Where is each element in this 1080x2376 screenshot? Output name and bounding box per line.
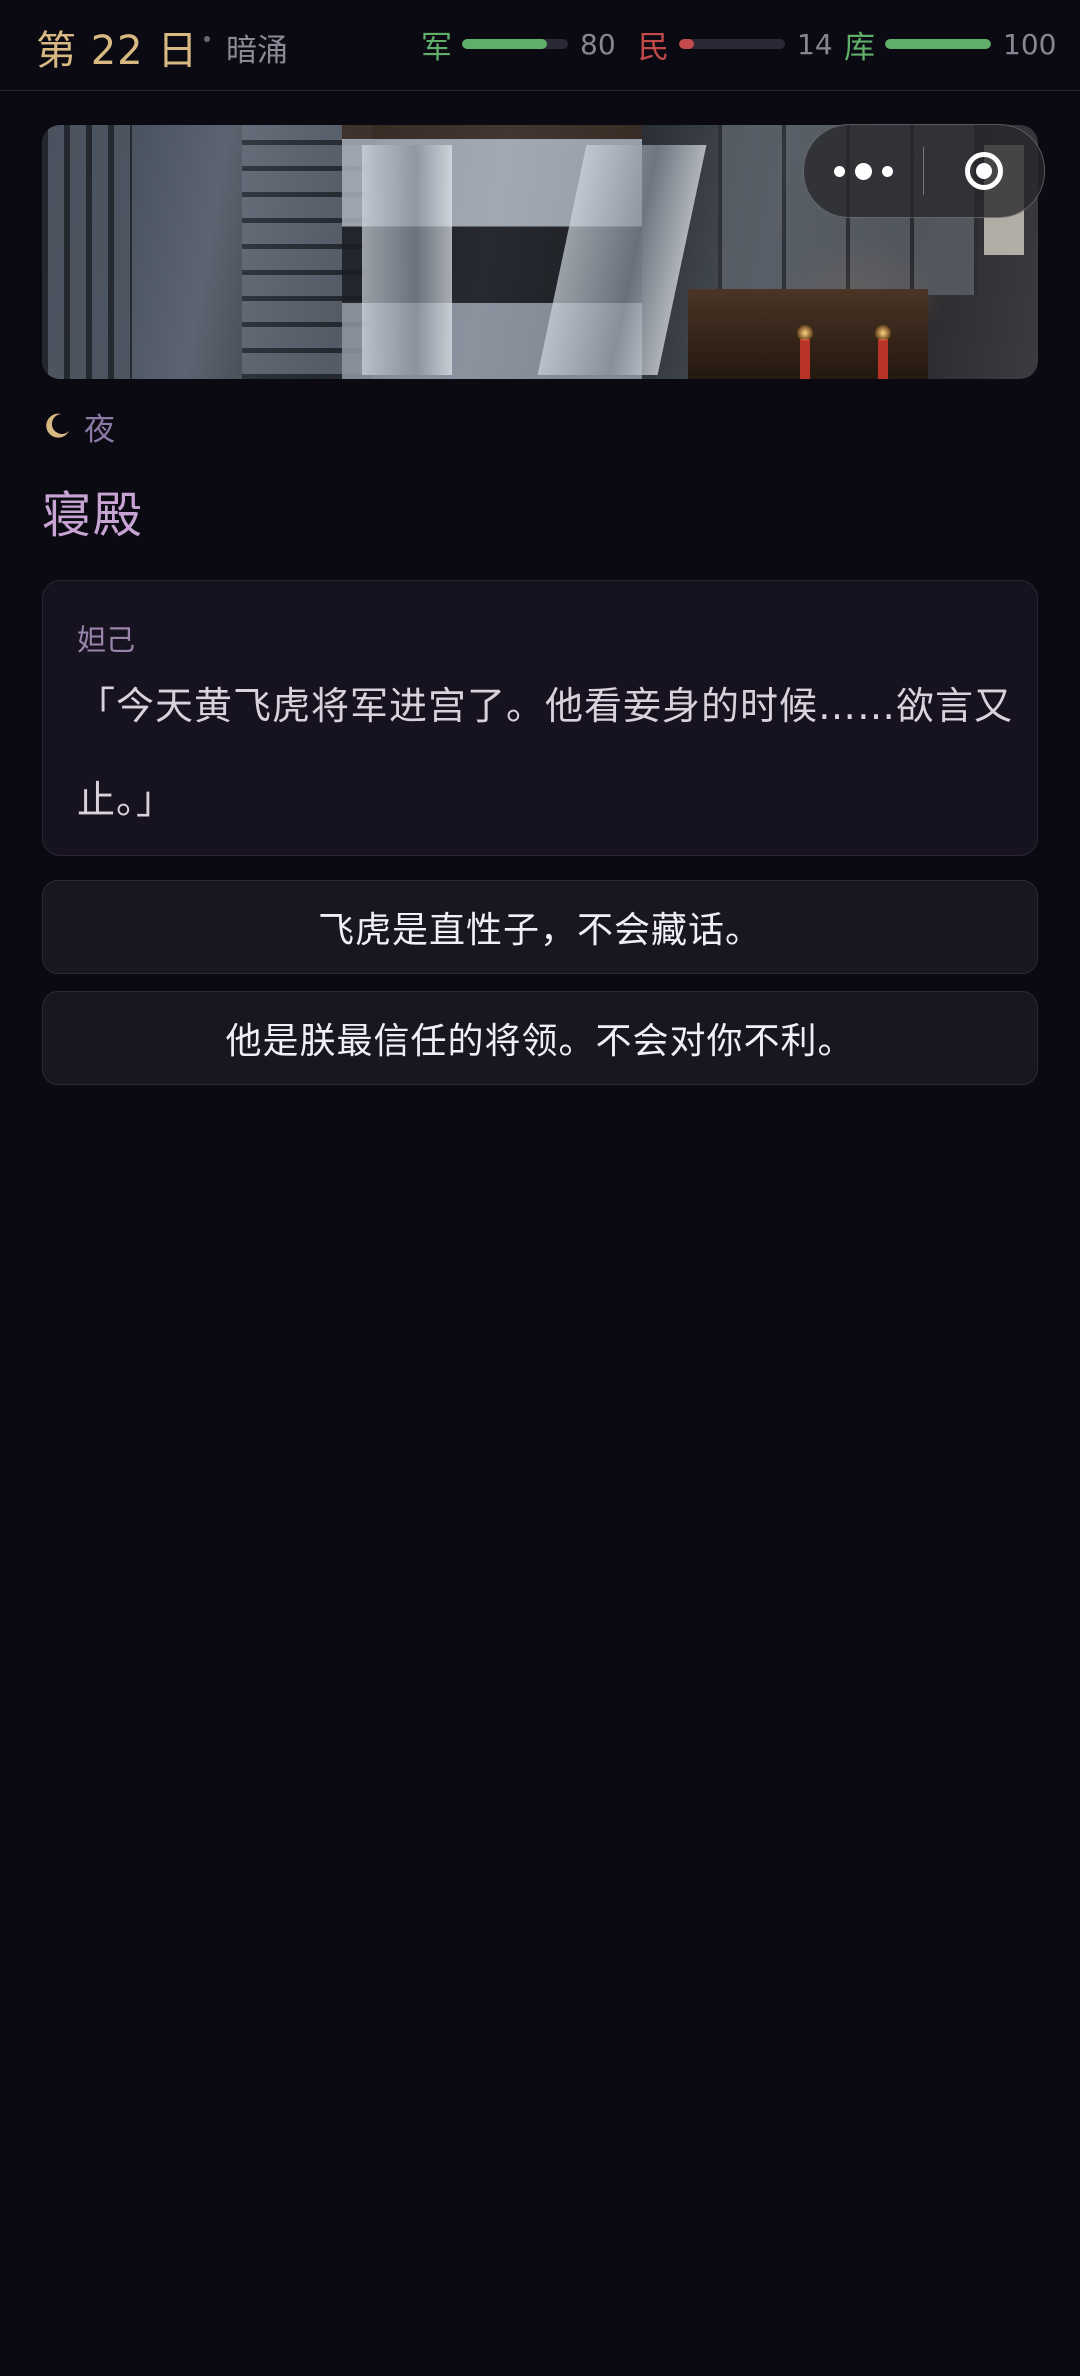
- stat-treasury-bar: [885, 39, 991, 49]
- stat-army-bar: [462, 39, 568, 49]
- lattice-window: [42, 125, 132, 379]
- speaker-name: 妲己: [77, 623, 136, 657]
- stat-people-label: 民: [638, 29, 669, 66]
- time-of-day: 夜: [42, 406, 115, 448]
- dialogue-text: 「今天黄飞虎将军进宫了。他看妾身的时候……欲言又止。」: [77, 684, 1014, 822]
- candle: [875, 325, 891, 379]
- choice-button[interactable]: 他是朕最信任的将领。不会对你不利。: [42, 991, 1038, 1085]
- game-screen: 第 22 日 暗涌 军 80 民 14 库 100 夜 寝殿 妲己 「今天黄飞虎…: [0, 0, 1080, 2376]
- day-counter: 第 22 日: [36, 28, 199, 74]
- stat-treasury-label: 库: [844, 29, 875, 66]
- stat-people-bar: [679, 39, 785, 49]
- more-dots-icon[interactable]: [804, 125, 923, 217]
- separator-dot: [204, 36, 210, 42]
- stat-people-value: 14: [797, 27, 833, 61]
- stat-army-value: 80: [580, 27, 616, 61]
- target-close-icon[interactable]: [924, 125, 1044, 217]
- location-title: 寝殿: [42, 487, 145, 544]
- stat-treasury-fill: [885, 39, 991, 49]
- stat-treasury-value: 100: [1003, 27, 1057, 61]
- time-of-day-label: 夜: [84, 411, 115, 448]
- candle: [797, 325, 813, 379]
- dialogue-card: 妲己 「今天黄飞虎将军进宫了。他看妾身的时候……欲言又止。」: [42, 580, 1038, 856]
- stat-army: 军 80: [421, 22, 616, 66]
- choice-button[interactable]: 飞虎是直性子，不会藏话。: [42, 880, 1038, 974]
- status-bar: 第 22 日 暗涌 军 80 民 14 库 100: [0, 0, 1080, 91]
- miniprogram-capsule: [803, 124, 1045, 218]
- moon-icon: [46, 413, 69, 438]
- stat-people: 民 14: [638, 22, 833, 66]
- stat-army-fill: [462, 39, 547, 49]
- curtain-left: [362, 145, 452, 375]
- stat-treasury: 库 100: [844, 22, 1056, 66]
- chapter-title: 暗涌: [226, 33, 288, 69]
- stat-army-label: 军: [421, 29, 452, 66]
- stat-people-fill: [679, 39, 694, 49]
